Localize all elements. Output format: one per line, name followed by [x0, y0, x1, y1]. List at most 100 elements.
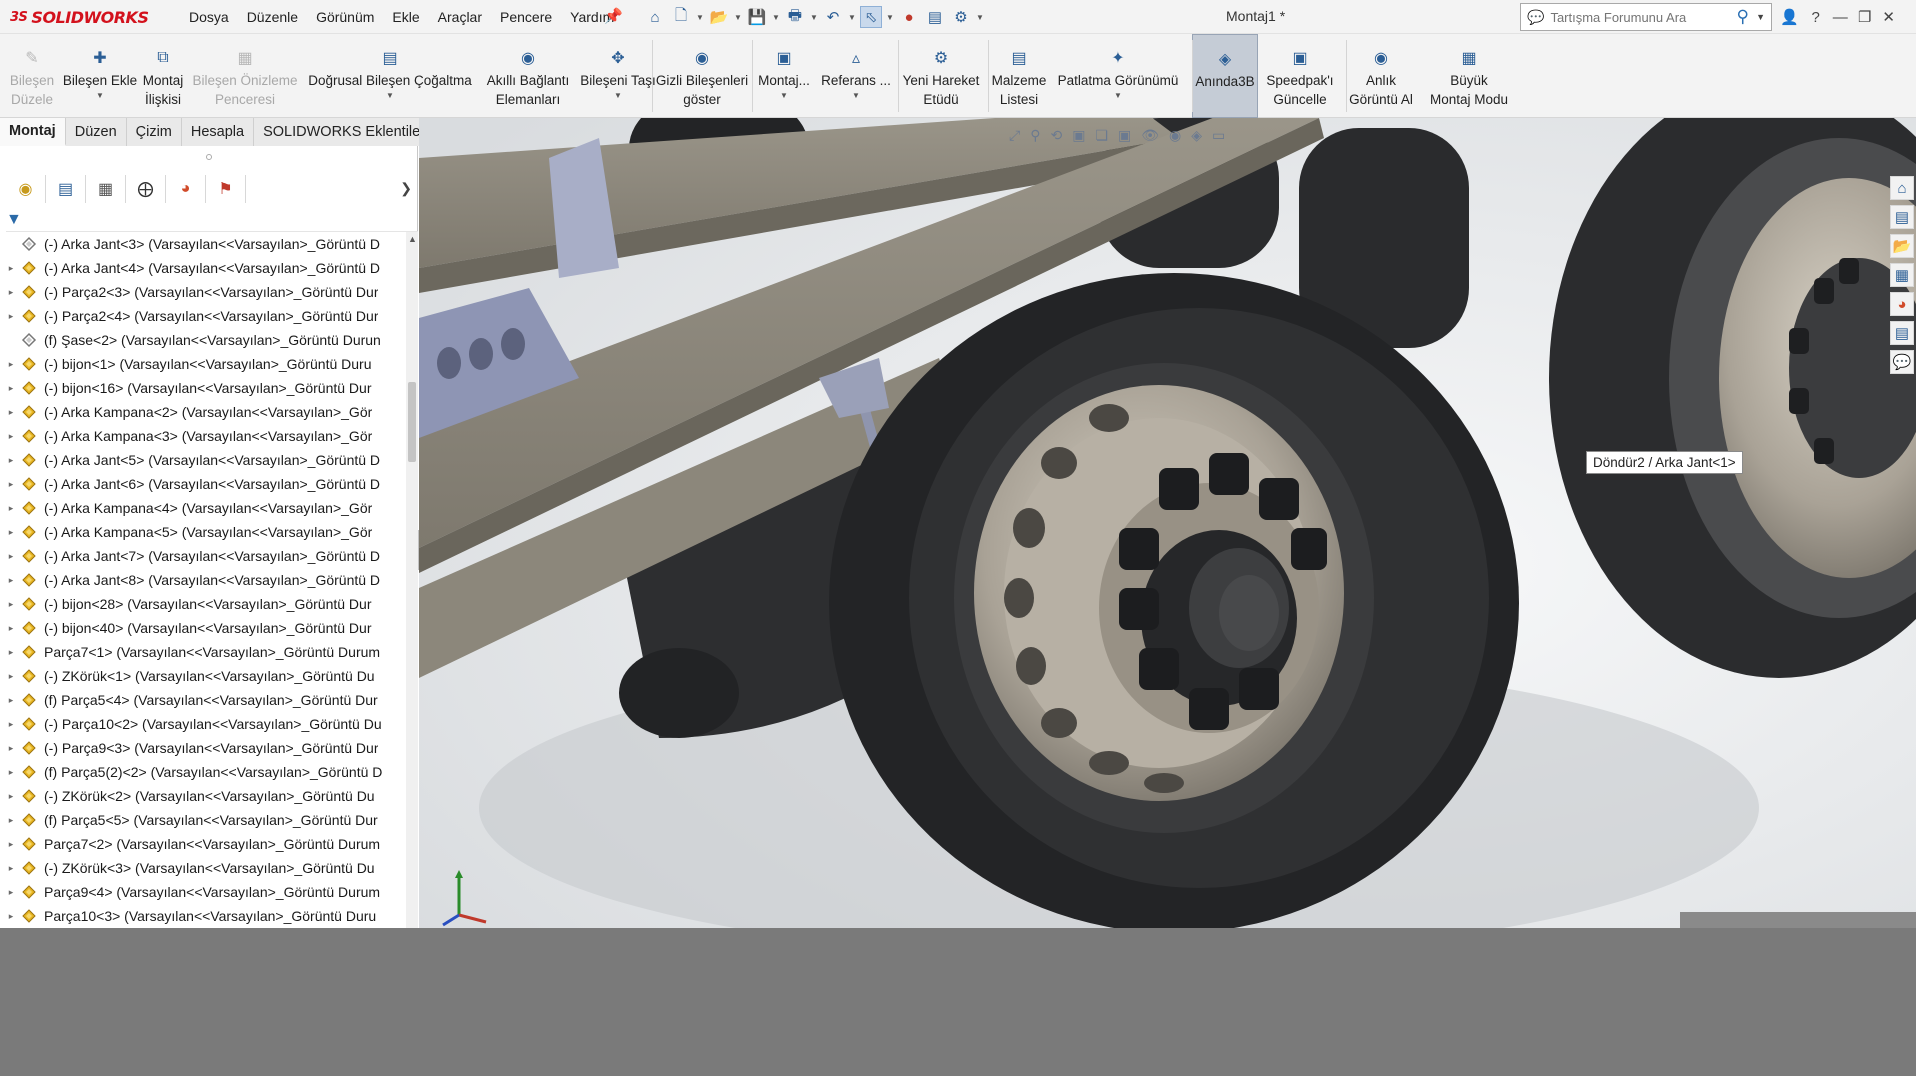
menu-item-düzenle[interactable]: Düzenle — [238, 9, 307, 25]
ribbon-button-15[interactable]: ◉ Anlık Görüntü Al — [1346, 34, 1416, 118]
previous-view-icon[interactable]: ⟲ — [1050, 127, 1062, 144]
close-icon[interactable]: ✕ — [1882, 8, 1896, 26]
new-document-icon[interactable]: 🗋 — [670, 6, 692, 28]
expand-arrow-icon[interactable]: ▸ — [4, 767, 18, 778]
tab-0[interactable]: Montaj — [0, 118, 66, 146]
expand-arrow-icon[interactable]: ▸ — [4, 479, 18, 490]
panel-collapse-handle[interactable] — [206, 154, 212, 160]
tree-item[interactable]: ▸ (-) bijon<28> (Varsayılan<<Varsayılan>_… — [0, 592, 406, 616]
ribbon-button-16[interactable]: ▦ Büyük Montaj Modu — [1424, 34, 1514, 118]
tree-item[interactable]: ▸ (-) ZKörük<1> (Varsayılan<<Varsayılan>_… — [0, 664, 406, 688]
tree-item[interactable]: ▸ (-) Arka Jant<4> (Varsayılan<<Varsayıla… — [0, 256, 406, 280]
tree-item[interactable]: ▸ (-) Arka Jant<5> (Varsayılan<<Varsayıla… — [0, 448, 406, 472]
undo-dropdown-icon[interactable]: ▼ — [848, 6, 856, 28]
tree-filter-bar[interactable]: ▼ — [6, 208, 418, 232]
minimize-icon[interactable]: — — [1833, 9, 1848, 26]
view-palette-icon[interactable]: ▦ — [1890, 263, 1914, 287]
tree-item[interactable]: (-) Arka Jant<3> (Varsayılan<<Varsayılan… — [0, 232, 406, 256]
expand-arrow-icon[interactable]: ▸ — [4, 647, 18, 658]
tree-item[interactable]: ▸ (f) Parça5<5> (Varsayılan<<Varsayılan>_… — [0, 808, 406, 832]
tree-item[interactable]: (f) Şase<2> (Varsayılan<<Varsayılan>_Gör… — [0, 328, 406, 352]
solidworks-logo[interactable]: 3S SOLIDWORKS — [10, 6, 149, 28]
select-dropdown-icon[interactable]: ▼ — [886, 6, 894, 28]
expand-arrow-icon[interactable]: ▸ — [4, 359, 18, 370]
tree-item[interactable]: ▸ Parça9<4> (Varsayılan<<Varsayılan>_Görü… — [0, 880, 406, 904]
tree-item[interactable]: ▸ (-) ZKörük<3> (Varsayılan<<Varsayılan>_… — [0, 856, 406, 880]
ribbon-button-0[interactable]: ✎ Bileşen Düzele — [4, 34, 60, 118]
ribbon-dropdown-icon[interactable]: ▼ — [780, 91, 788, 100]
file-properties-icon[interactable]: ▤ — [924, 6, 946, 28]
configuration-manager-tab-icon[interactable]: ▦ — [86, 175, 126, 203]
graphics-viewport[interactable]: ⤢ ⚲ ⟲ ▣ ❏ ▣ 👁 ◉ ◈ ▭ Döndür2 / Arka Jant<… — [419, 118, 1916, 928]
expand-arrow-icon[interactable]: ▸ — [4, 911, 18, 922]
tree-item[interactable]: ▸ (-) Arka Jant<6> (Varsayılan<<Varsayıla… — [0, 472, 406, 496]
rebuild-traffic-light-icon[interactable]: ● — [898, 6, 920, 28]
ribbon-button-14[interactable]: ▣ Speedpak'ı Güncelle — [1262, 34, 1338, 118]
pin-menu-icon[interactable]: 📌 — [604, 7, 623, 25]
search-box[interactable]: 💬 ⚲ ▼ — [1520, 3, 1772, 31]
ribbon-button-12[interactable]: ✦ Patlatma Görünümü ▼ — [1058, 34, 1179, 118]
open-folder-icon[interactable]: 📂 — [708, 6, 730, 28]
open-dropdown-icon[interactable]: ▼ — [734, 6, 742, 28]
expand-arrow-icon[interactable]: ▸ — [4, 887, 18, 898]
tree-item[interactable]: ▸ (f) Parça5(2)<2> (Varsayılan<<Varsayıla… — [0, 760, 406, 784]
select-pointer-icon[interactable]: ⬁ — [860, 6, 882, 28]
tab-1[interactable]: Düzen — [65, 118, 127, 146]
save-dropdown-icon[interactable]: ▼ — [772, 6, 780, 28]
panel-more-chevron-icon[interactable]: ❯ — [400, 180, 412, 197]
expand-arrow-icon[interactable]: ▸ — [4, 263, 18, 274]
dimxpert-tab-icon[interactable]: ⨁ — [126, 175, 166, 203]
ribbon-button-1[interactable]: ✚ Bileşen Ekle ▼ — [60, 34, 140, 118]
tree-item[interactable]: ▸ (-) Arka Jant<8> (Varsayılan<<Varsayıla… — [0, 568, 406, 592]
expand-arrow-icon[interactable]: ▸ — [4, 407, 18, 418]
cam-tab-icon[interactable]: ⚑ — [206, 175, 246, 203]
ribbon-button-6[interactable]: ✥ Bileşeni Taşı ▼ — [580, 34, 656, 118]
expand-arrow-icon[interactable]: ▸ — [4, 623, 18, 634]
design-library-icon[interactable]: ▤ — [1890, 205, 1914, 229]
expand-arrow-icon[interactable]: ▸ — [4, 383, 18, 394]
ribbon-dropdown-icon[interactable]: ▼ — [614, 91, 622, 100]
tree-item[interactable]: ▸ Parça7<2> (Varsayılan<<Varsayılan>_Görü… — [0, 832, 406, 856]
help-icon[interactable]: ? — [1809, 9, 1823, 26]
tree-item[interactable]: ▸ (-) Arka Kampana<5> (Varsayılan<<Varsay… — [0, 520, 406, 544]
ribbon-button-11[interactable]: ▤ Malzeme Listesi — [988, 34, 1050, 118]
tree-item[interactable]: ▸ (-) bijon<16> (Varsayılan<<Varsayılan>_… — [0, 376, 406, 400]
tree-item[interactable]: ▸ Parça10<3> (Varsayılan<<Varsayılan>_Gör… — [0, 904, 406, 928]
tree-scrollbar[interactable]: ▲ — [406, 232, 418, 928]
ribbon-button-8[interactable]: ▣ Montaj... ▼ — [754, 34, 814, 118]
ribbon-button-7[interactable]: ◉ Gizli Bileşenleri göster — [654, 34, 750, 118]
tree-item[interactable]: ▸ (-) Parça10<2> (Varsayılan<<Varsayılan>… — [0, 712, 406, 736]
print-dropdown-icon[interactable]: ▼ — [810, 6, 818, 28]
zoom-to-fit-icon[interactable]: ⤢ — [1009, 127, 1020, 144]
menu-item-araçlar[interactable]: Araçlar — [429, 9, 491, 25]
expand-arrow-icon[interactable]: ▸ — [4, 719, 18, 730]
ribbon-dropdown-icon[interactable]: ▼ — [1114, 91, 1122, 100]
appearances-scenes-icon[interactable]: ◕ — [1890, 292, 1914, 316]
tree-item[interactable]: ▸ (-) Parça2<3> (Varsayılan<<Varsayılan>_… — [0, 280, 406, 304]
ribbon-button-3[interactable]: ▦ Bileşen Önizleme Penceresi — [190, 34, 300, 118]
tree-item[interactable]: ▸ (-) Arka Kampana<3> (Varsayılan<<Varsay… — [0, 424, 406, 448]
expand-arrow-icon[interactable]: ▸ — [4, 311, 18, 322]
zoom-area-icon[interactable]: ⚲ — [1030, 127, 1040, 144]
expand-arrow-icon[interactable]: ▸ — [4, 839, 18, 850]
custom-properties-icon[interactable]: ▤ — [1890, 321, 1914, 345]
display-manager-tab-icon[interactable]: ◕ — [166, 175, 206, 203]
undo-icon[interactable]: ↶ — [822, 6, 844, 28]
ribbon-button-13[interactable]: ◈ Anında3B — [1192, 34, 1258, 118]
tree-item[interactable]: ▸ (-) Arka Kampana<4> (Varsayılan<<Varsay… — [0, 496, 406, 520]
forum-chat-icon[interactable]: 💬 — [1890, 350, 1914, 374]
restore-icon[interactable]: ❐ — [1858, 8, 1872, 26]
view-settings-icon[interactable]: ▭ — [1212, 127, 1225, 144]
expand-arrow-icon[interactable]: ▸ — [4, 743, 18, 754]
expand-arrow-icon[interactable]: ▸ — [4, 599, 18, 610]
expand-arrow-icon[interactable]: ▸ — [4, 791, 18, 802]
expand-arrow-icon[interactable]: ▸ — [4, 575, 18, 586]
ribbon-dropdown-icon[interactable]: ▼ — [96, 91, 104, 100]
ribbon-button-10[interactable]: ⚙ Yeni Hareket Etüdü — [898, 34, 984, 118]
ribbon-button-4[interactable]: ▤ Doğrusal Bileşen Çoğaltma ▼ — [305, 34, 475, 118]
options-gear-icon[interactable]: ⚙ — [950, 6, 972, 28]
menu-item-ekle[interactable]: Ekle — [383, 9, 428, 25]
view-orientation-icon[interactable]: ❏ — [1095, 127, 1108, 144]
section-view-icon[interactable]: ▣ — [1072, 127, 1085, 144]
menu-item-görünüm[interactable]: Görünüm — [307, 9, 383, 25]
